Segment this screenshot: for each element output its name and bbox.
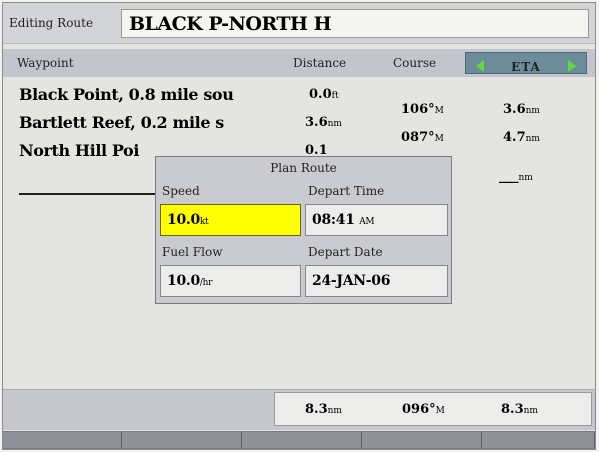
course-column-header: Course [393, 56, 437, 70]
leg-course: 106°M [401, 102, 444, 117]
empty-leg-eta: ___nm [499, 169, 533, 184]
depart-date-field[interactable]: 24-JAN-06 [305, 265, 448, 297]
softkey-5[interactable] [482, 432, 595, 448]
total-distance: 8.3nm [305, 402, 342, 417]
route-totals-bar: 8.3nm 096°M 8.3nm [3, 389, 595, 430]
editing-route-label: Editing Route [9, 16, 94, 30]
route-editor-screen: Editing Route BLACK P-NORTH H Waypoint D… [2, 2, 596, 450]
title-bar: Editing Route BLACK P-NORTH H [3, 3, 595, 44]
column-header: Waypoint Distance Course ETA [3, 49, 595, 77]
waypoint-name: Black Point, 0.8 mile sou [19, 85, 234, 104]
softkey-1[interactable] [3, 432, 122, 448]
depart-time-value: 08:41 AM [312, 212, 375, 228]
plan-route-dialog: Plan Route Speed Depart Time 10.0kt 08:4… [155, 156, 452, 304]
depart-date-label: Depart Date [308, 245, 383, 259]
totals-box: 8.3nm 096°M 8.3nm [274, 392, 592, 426]
softkey-2[interactable] [122, 432, 242, 448]
speed-field[interactable]: 10.0kt [160, 204, 301, 236]
fuel-flow-label: Fuel Flow [162, 245, 223, 259]
dialog-title: Plan Route [270, 161, 337, 175]
empty-waypoint-slot[interactable] [19, 193, 159, 195]
softkey-3[interactable] [242, 432, 362, 448]
fuel-flow-field[interactable]: 10.0/hr [160, 265, 301, 297]
eta-column-selector[interactable]: ETA [465, 52, 587, 74]
distance-column-header: Distance [293, 56, 347, 70]
depart-time-label: Depart Time [308, 184, 385, 198]
speed-value: 10.0kt [167, 212, 209, 228]
softkey-bar [3, 431, 595, 449]
waypoint-name: Bartlett Reef, 0.2 mile s [19, 113, 224, 132]
total-course: 096°M [402, 402, 445, 417]
leg-eta: 4.7nm [503, 130, 540, 145]
softkey-4[interactable] [362, 432, 482, 448]
depart-time-field[interactable]: 08:41 AM [305, 204, 448, 236]
waypoint-distance: 0.0ft [309, 87, 339, 102]
route-name-field[interactable]: BLACK P-NORTH H [121, 9, 589, 38]
waypoint-column-header: Waypoint [17, 56, 74, 70]
right-arrow-icon[interactable] [568, 60, 576, 72]
fuel-flow-value: 10.0/hr [167, 273, 213, 289]
depart-date-value: 24-JAN-06 [312, 273, 391, 289]
leg-eta: 3.6nm [503, 102, 540, 117]
waypoint-distance: 3.6nm [305, 115, 342, 130]
speed-label: Speed [162, 184, 200, 198]
total-eta: 8.3nm [501, 402, 538, 417]
route-name: BLACK P-NORTH H [129, 13, 332, 35]
leg-course: 087°M [401, 130, 444, 145]
waypoint-name: North Hill Poi [19, 141, 139, 160]
